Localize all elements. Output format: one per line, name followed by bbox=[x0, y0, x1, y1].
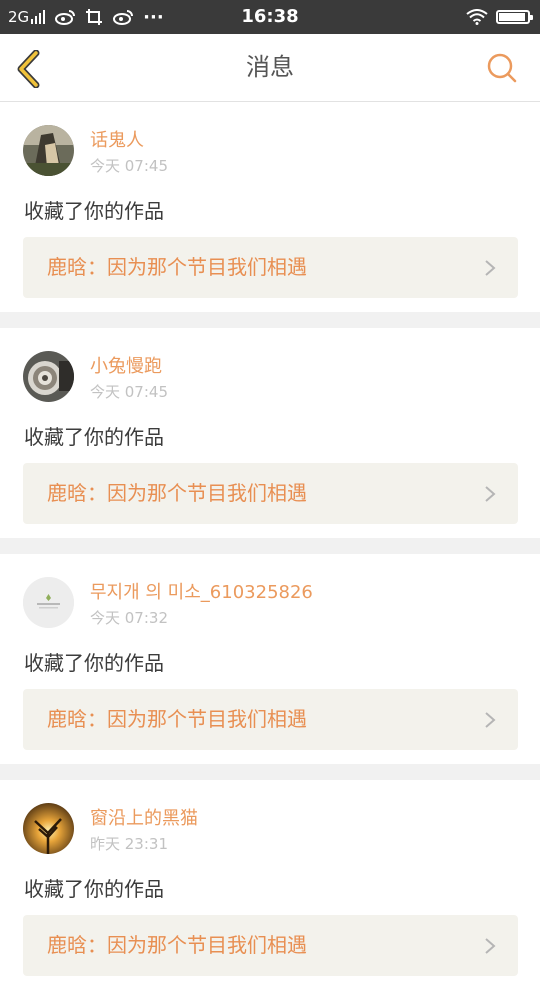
avatar-image bbox=[23, 577, 74, 628]
chevron-right-icon bbox=[485, 938, 496, 954]
wifi-icon bbox=[466, 9, 488, 25]
work-title: 鹿晗：因为那个节目我们相遇 bbox=[47, 481, 307, 505]
work-link[interactable]: 鹿晗：因为那个节目我们相遇 bbox=[23, 915, 518, 976]
work-title: 鹿晗：因为那个节目我们相遇 bbox=[47, 255, 307, 279]
divider bbox=[0, 538, 540, 554]
search-button[interactable] bbox=[486, 52, 518, 84]
timestamp: 今天 07:45 bbox=[90, 383, 168, 401]
header: 消息 bbox=[0, 34, 540, 102]
avatar[interactable] bbox=[23, 803, 74, 854]
timestamp: 今天 07:32 bbox=[90, 609, 168, 627]
list-item: 窗沿上的黑猫 昨天 23:31 收藏了你的作品 鹿晗：因为那个节目我们相遇 bbox=[0, 780, 540, 990]
list-item: 무지개 의 미소_610325826 今天 07:32 收藏了你的作品 鹿晗：因… bbox=[0, 554, 540, 764]
username[interactable]: 小兔慢跑 bbox=[90, 352, 162, 378]
chevron-right-icon bbox=[485, 486, 496, 502]
work-link[interactable]: 鹿晗：因为那个节目我们相遇 bbox=[23, 689, 518, 750]
chevron-right-icon bbox=[485, 712, 496, 728]
work-link[interactable]: 鹿晗：因为那个节目我们相遇 bbox=[23, 237, 518, 298]
status-right bbox=[466, 0, 533, 34]
work-title: 鹿晗：因为那个节目我们相遇 bbox=[47, 707, 307, 731]
username[interactable]: 窗沿上的黑猫 bbox=[90, 804, 198, 830]
username[interactable]: 무지개 의 미소_610325826 bbox=[90, 578, 313, 604]
avatar[interactable] bbox=[23, 125, 74, 176]
avatar-image bbox=[23, 125, 74, 176]
work-link[interactable]: 鹿晗：因为那个节目我们相遇 bbox=[23, 463, 518, 524]
avatar-image bbox=[23, 351, 74, 402]
divider bbox=[0, 312, 540, 328]
avatar[interactable] bbox=[23, 577, 74, 628]
list-item: 小兔慢跑 今天 07:45 收藏了你的作品 鹿晗：因为那个节目我们相遇 bbox=[0, 328, 540, 538]
chevron-right-icon bbox=[485, 260, 496, 276]
page-title: 消息 bbox=[246, 53, 294, 81]
username[interactable]: 话鬼人 bbox=[90, 126, 144, 152]
timestamp: 昨天 23:31 bbox=[90, 835, 168, 853]
avatar-image bbox=[23, 803, 74, 854]
divider bbox=[0, 764, 540, 780]
action-text: 收藏了你的作品 bbox=[24, 425, 164, 449]
list-item: 话鬼人 今天 07:45 收藏了你的作品 鹿晗：因为那个节目我们相遇 bbox=[0, 102, 540, 312]
message-list: 话鬼人 今天 07:45 收藏了你的作品 鹿晗：因为那个节目我们相遇 小兔慢跑 … bbox=[0, 102, 540, 990]
action-text: 收藏了你的作品 bbox=[24, 199, 164, 223]
work-title: 鹿晗：因为那个节目我们相遇 bbox=[47, 933, 307, 957]
avatar[interactable] bbox=[23, 351, 74, 402]
action-text: 收藏了你的作品 bbox=[24, 877, 164, 901]
battery-icon bbox=[496, 10, 533, 24]
search-icon bbox=[487, 53, 517, 83]
status-bar: 2G ··· 16:38 bbox=[0, 0, 540, 34]
timestamp: 今天 07:45 bbox=[90, 157, 168, 175]
clock: 16:38 bbox=[241, 6, 299, 27]
action-text: 收藏了你的作品 bbox=[24, 651, 164, 675]
